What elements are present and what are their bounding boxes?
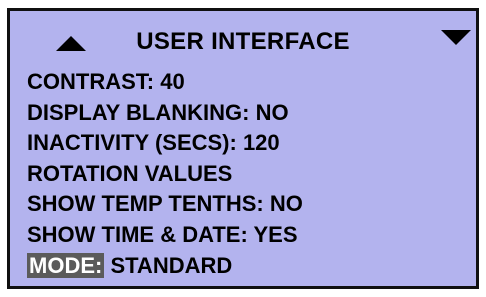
menu-item-mode[interactable]: MODE: STANDARD <box>27 251 468 282</box>
lcd-screen: USER INTERFACE CONTRAST: 40 DISPLAY BLAN… <box>7 8 479 289</box>
menu-item-inactivity[interactable]: INACTIVITY (SECS): 120 <box>27 128 468 159</box>
menu-item-display-blanking[interactable]: DISPLAY BLANKING: NO <box>27 98 468 129</box>
settings-menu: CONTRAST: 40 DISPLAY BLANKING: NO INACTI… <box>27 67 468 281</box>
mode-value: STANDARD <box>110 252 233 278</box>
menu-item-contrast[interactable]: CONTRAST: 40 <box>27 67 468 98</box>
menu-item-show-temp-tenths[interactable]: SHOW TEMP TENTHS: NO <box>27 189 468 220</box>
scroll-down-arrow-icon[interactable] <box>441 30 471 45</box>
mode-label-selected: MODE: <box>27 252 105 278</box>
screen-title: USER INTERFACE <box>136 28 350 55</box>
menu-item-rotation-values[interactable]: ROTATION VALUES <box>27 159 468 190</box>
menu-item-show-time-date[interactable]: SHOW TIME & DATE: YES <box>27 220 468 251</box>
